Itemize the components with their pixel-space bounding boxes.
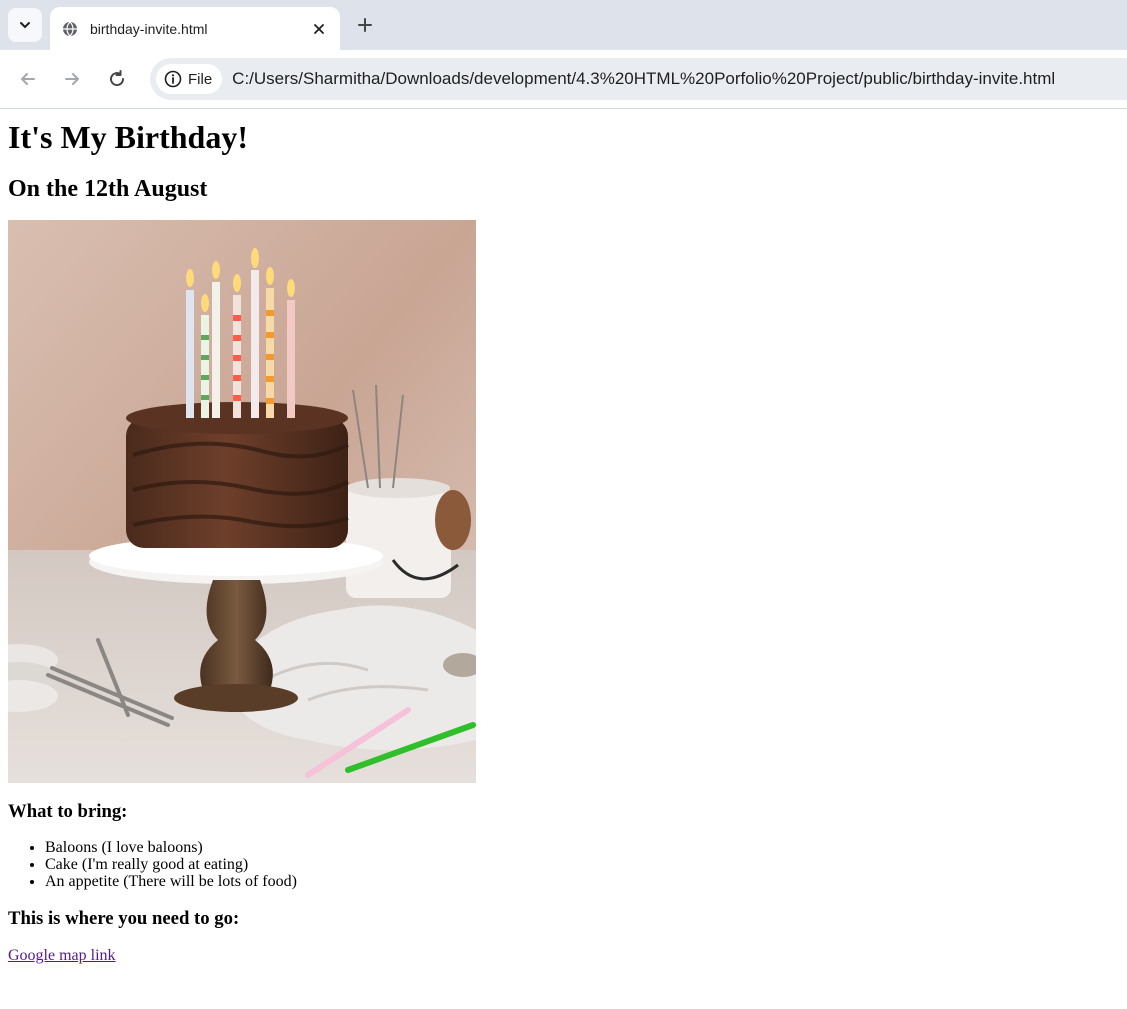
address-bar[interactable]: File C:/Users/Sharmitha/Downloads/develo… — [150, 58, 1127, 100]
birthday-cake-image — [8, 220, 476, 784]
back-arrow-icon — [21, 73, 35, 85]
page-content: It's My Birthday! On the 12th August Wha… — [0, 119, 1127, 965]
close-icon[interactable] — [308, 18, 330, 40]
site-info-chip[interactable]: File — [156, 64, 223, 94]
new-tab-button[interactable] — [354, 14, 376, 36]
reload-button[interactable] — [106, 68, 128, 90]
forward-button[interactable] — [61, 68, 83, 90]
globe-icon — [62, 21, 78, 37]
site-chip-label: File — [188, 70, 213, 88]
active-tab[interactable]: birthday-invite.html — [50, 7, 340, 50]
browser-toolbar: File C:/Users/Sharmitha/Downloads/develo… — [0, 50, 1127, 109]
list-item: An appetite (There will be lots of food) — [45, 873, 1119, 890]
list-item: Baloons (I love baloons) — [45, 839, 1119, 856]
back-button[interactable] — [17, 68, 39, 90]
plus-icon — [358, 18, 372, 32]
tab-search-button[interactable] — [8, 8, 42, 42]
map-link-paragraph: Google map link — [8, 947, 1119, 965]
chevron-down-icon — [20, 22, 30, 29]
where-heading: This is where you need to go: — [8, 907, 240, 929]
bring-heading: What to bring: — [8, 801, 128, 823]
tab-strip: birthday-invite.html — [0, 0, 1127, 50]
tab-title: birthday-invite.html — [90, 20, 208, 37]
reload-icon — [110, 70, 125, 87]
bring-list: Baloons (I love baloons) Cake (I'm reall… — [8, 839, 1119, 890]
google-map-link[interactable]: Google map link — [8, 947, 116, 964]
page-title: It's My Birthday! — [8, 119, 248, 155]
event-date: On the 12th August — [8, 175, 208, 202]
list-item: Cake (I'm really good at eating) — [45, 856, 1119, 873]
forward-arrow-icon — [65, 73, 79, 85]
info-icon — [164, 70, 182, 88]
url-text[interactable]: C:/Users/Sharmitha/Downloads/development… — [232, 69, 1055, 89]
